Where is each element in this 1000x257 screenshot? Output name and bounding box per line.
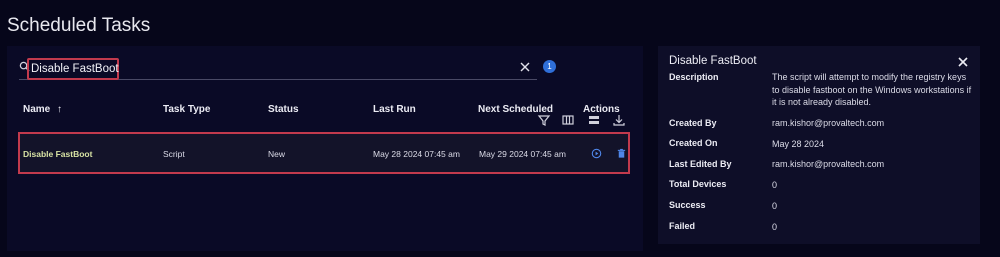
failed-label: Failed: [669, 221, 696, 231]
filter-count-badge: 1: [543, 60, 556, 73]
column-header-actions: Actions: [583, 104, 620, 115]
next-scheduled-cell: May 29 2024 07:45 am: [479, 149, 566, 159]
clear-search-icon[interactable]: [519, 61, 531, 73]
column-header-status[interactable]: Status: [268, 104, 299, 115]
search-bar: [19, 58, 537, 80]
close-icon[interactable]: [957, 56, 969, 68]
last-edited-by-label: Last Edited By: [669, 159, 732, 169]
column-header-name[interactable]: Name ↑: [23, 104, 62, 115]
column-header-next-scheduled[interactable]: Next Scheduled: [478, 104, 553, 115]
description-label: Description: [669, 72, 719, 82]
search-input[interactable]: [31, 61, 451, 77]
total-devices-label: Total Devices: [669, 179, 727, 189]
sort-ascending-icon[interactable]: ↑: [57, 104, 62, 115]
download-icon[interactable]: [612, 113, 626, 127]
tasks-panel: 1 Name ↑ Task Type Status Last Run Next …: [7, 46, 643, 251]
column-header-last-run[interactable]: Last Run: [373, 104, 416, 115]
columns-icon[interactable]: [561, 113, 575, 127]
task-details-panel: Disable FastBoot Description The script …: [658, 46, 980, 244]
status-cell: New: [268, 149, 286, 159]
column-header-name-label: Name: [23, 104, 51, 115]
task-name-cell[interactable]: Disable FastBoot: [23, 149, 92, 159]
created-by-label: Created By: [669, 118, 717, 128]
filter-icon[interactable]: [537, 113, 551, 127]
failed-value: 0: [772, 222, 778, 232]
created-by-value: ram.kishor@provaltech.com: [772, 118, 885, 128]
details-title: Disable FastBoot: [669, 55, 757, 67]
success-label: Success: [669, 200, 706, 210]
trash-icon[interactable]: [616, 148, 627, 159]
play-circle-icon[interactable]: [591, 148, 602, 159]
description-value: The script will attempt to modify the re…: [772, 72, 972, 107]
created-on-value: May 28 2024: [772, 139, 825, 149]
page-title: Scheduled Tasks: [7, 15, 151, 36]
last-run-cell: May 28 2024 07:45 am: [373, 149, 460, 159]
total-devices-value: 0: [772, 180, 778, 190]
success-value: 0: [772, 201, 778, 211]
created-on-label: Created On: [669, 138, 718, 148]
last-edited-by-value: ram.kishor@provaltech.com: [772, 159, 885, 169]
column-header-task-type[interactable]: Task Type: [163, 104, 210, 115]
task-type-cell: Script: [163, 149, 185, 159]
density-icon[interactable]: [587, 113, 601, 127]
